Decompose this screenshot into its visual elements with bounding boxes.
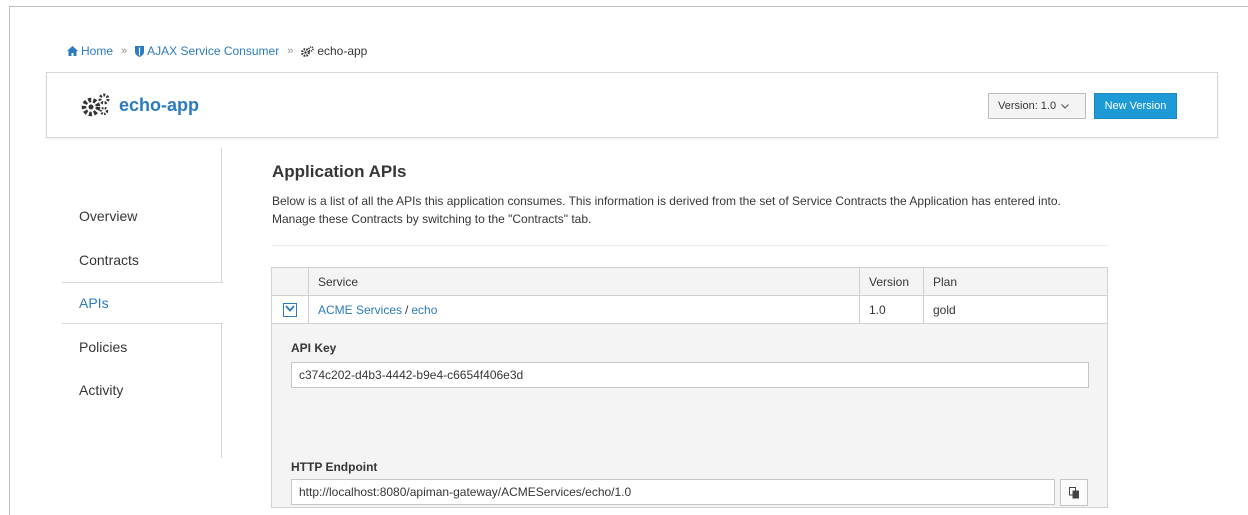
app-name: echo-app <box>119 94 200 115</box>
version-dropdown[interactable]: Version: 1.0 <box>988 93 1086 119</box>
breadcrumb-org[interactable]: AJAX Service Consumer <box>135 44 279 58</box>
home-icon <box>67 46 78 56</box>
shield-icon <box>135 45 145 57</box>
header-toggle-cell <box>272 268 309 295</box>
service-org-link[interactable]: ACME Services <box>318 303 402 317</box>
breadcrumb-separator: » <box>121 45 128 57</box>
column-header-plan: Plan <box>933 274 958 289</box>
nav-item-policies[interactable]: Policies <box>62 326 222 368</box>
plan-cell: gold <box>933 302 956 317</box>
version-cell: 1.0 <box>860 296 924 323</box>
nav-item-apis[interactable]: APIs <box>62 282 223 324</box>
page-description: Below is a list of all the APIs this app… <box>272 194 1061 226</box>
nav-item-contracts[interactable]: Contracts <box>62 239 222 281</box>
gears-icon <box>301 45 315 57</box>
row-details: API Key c374c202-d4b3-4442-b9e4-c6654f40… <box>272 324 1107 507</box>
app-title: echo-app <box>81 93 199 117</box>
service-name-link[interactable]: echo <box>411 303 437 317</box>
apis-table: Service Version Plan ACME Services / ech… <box>271 267 1108 508</box>
breadcrumb-home-label: Home <box>81 44 114 58</box>
http-endpoint-field[interactable]: http://localhost:8080/apiman-gateway/ACM… <box>291 479 1055 505</box>
http-endpoint-label: HTTP Endpoint <box>291 460 378 474</box>
page-title: Application APIs <box>272 162 407 181</box>
breadcrumb: Home » AJAX Service Consumer » echo-app <box>67 44 367 58</box>
row-toggle-cell <box>272 296 309 323</box>
column-header-service: Service <box>309 268 860 295</box>
app-header-card: echo-app Version: 1.0 New Version <box>46 72 1218 138</box>
breadcrumb-current-label: echo-app <box>317 44 368 58</box>
gears-icon <box>81 93 110 117</box>
api-key-label: API Key <box>291 341 337 355</box>
table-header: Service Version Plan <box>272 268 1107 296</box>
breadcrumb-separator: » <box>287 45 294 57</box>
version-label: Version: 1.0 <box>998 100 1057 112</box>
breadcrumb-current: echo-app <box>301 44 367 58</box>
column-header-version: Version <box>860 268 924 295</box>
breadcrumb-home[interactable]: Home <box>67 44 113 58</box>
nav-item-overview[interactable]: Overview <box>62 195 222 237</box>
service-cell: ACME Services / echo <box>309 296 860 323</box>
nav-item-activity[interactable]: Activity <box>62 369 222 411</box>
copy-endpoint-button[interactable] <box>1060 479 1088 506</box>
api-key-field[interactable]: c374c202-d4b3-4442-b9e4-c6654f406e3d <box>291 362 1089 388</box>
chevron-down-icon <box>285 304 295 312</box>
breadcrumb-org-label: AJAX Service Consumer <box>147 44 280 58</box>
side-nav: Overview Contracts APIs Policies Activit… <box>62 148 223 458</box>
divider <box>272 245 1108 246</box>
copy-icon <box>1068 486 1079 498</box>
new-version-button[interactable]: New Version <box>1094 93 1177 119</box>
chevron-down-icon <box>1061 103 1069 109</box>
row-expand-toggle[interactable] <box>283 302 297 317</box>
table-row: ACME Services / echo 1.0 gold <box>272 296 1107 324</box>
service-separator: / <box>405 302 409 317</box>
